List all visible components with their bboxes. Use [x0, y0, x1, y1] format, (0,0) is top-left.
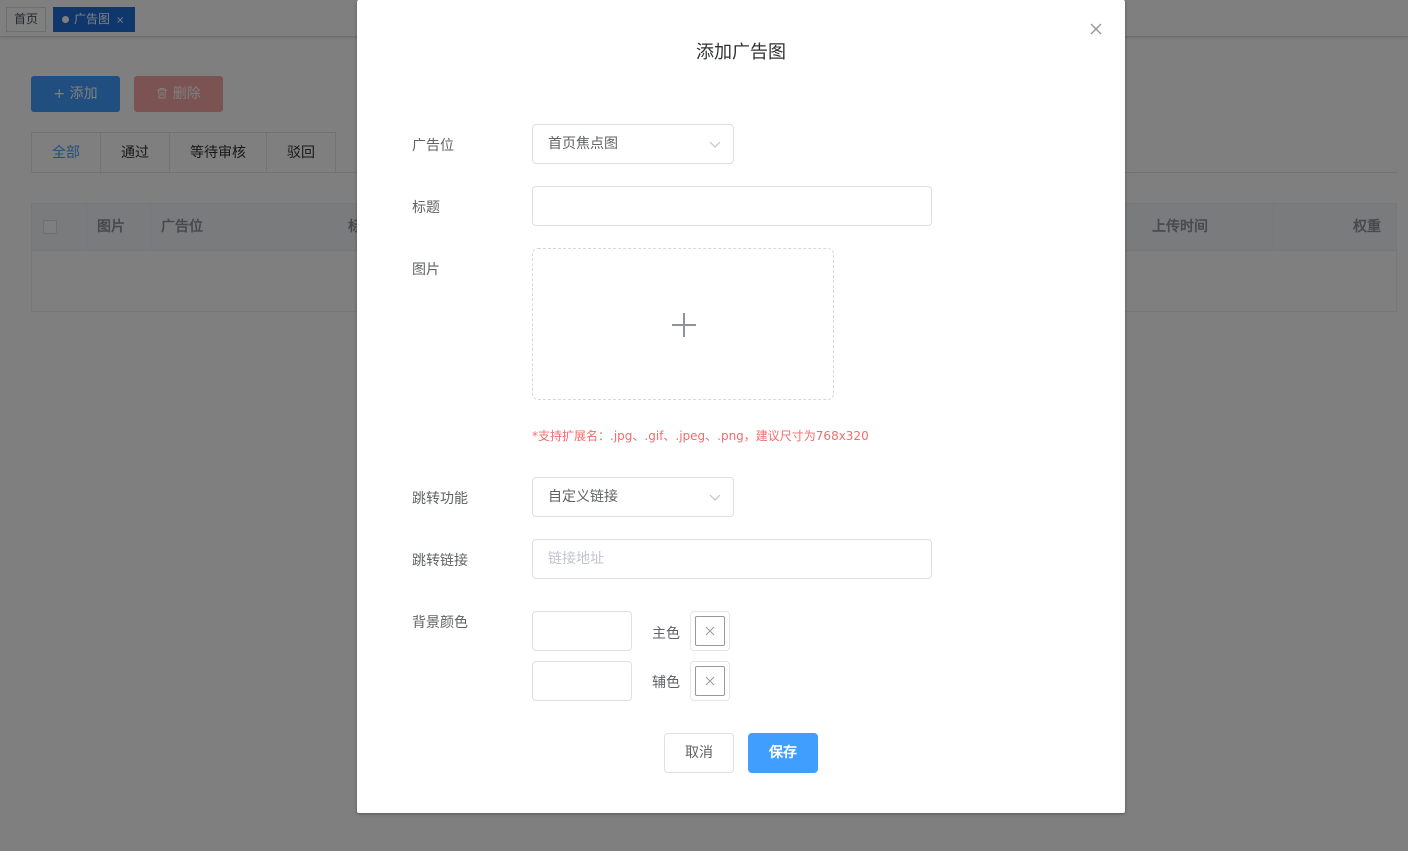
plus-icon [672, 313, 696, 337]
close-icon [705, 676, 715, 686]
secondary-color-label: 辅色 [652, 675, 680, 691]
image-uploader[interactable] [532, 248, 834, 400]
primary-color-input[interactable] [532, 611, 632, 651]
title-label: 标题 [412, 200, 440, 216]
position-label: 广告位 [412, 138, 454, 154]
image-hint: *支持扩展名：.jpg、.gif、.jpeg、.png，建议尺寸为768x320 [532, 429, 869, 443]
primary-color-label: 主色 [652, 626, 680, 642]
chevron-down-icon [709, 494, 721, 501]
jump-function-select[interactable]: 自定义链接 [532, 477, 734, 517]
primary-color-picker[interactable] [690, 611, 730, 651]
chevron-down-icon [709, 141, 721, 148]
position-select-value: 首页焦点图 [548, 136, 618, 152]
image-label: 图片 [412, 262, 440, 278]
jump-function-select-value: 自定义链接 [548, 489, 618, 505]
save-button[interactable]: 保存 [748, 733, 818, 773]
close-icon[interactable] [1087, 20, 1105, 38]
dialog-title: 添加广告图 [696, 42, 786, 63]
cancel-button[interactable]: 取消 [664, 733, 734, 773]
secondary-color-input[interactable] [532, 661, 632, 701]
position-select[interactable]: 首页焦点图 [532, 124, 734, 164]
secondary-color-picker[interactable] [690, 661, 730, 701]
jump-link-input[interactable] [532, 539, 932, 579]
jump-link-label: 跳转链接 [412, 553, 468, 569]
title-input[interactable] [532, 186, 932, 226]
add-ad-image-dialog: 添加广告图 广告位 首页焦点图 标题 图片 *支持扩展名：.jpg、.gif、.… [357, 0, 1125, 813]
bg-color-label: 背景颜色 [412, 615, 468, 631]
close-icon [705, 626, 715, 636]
jump-function-label: 跳转功能 [412, 491, 468, 507]
